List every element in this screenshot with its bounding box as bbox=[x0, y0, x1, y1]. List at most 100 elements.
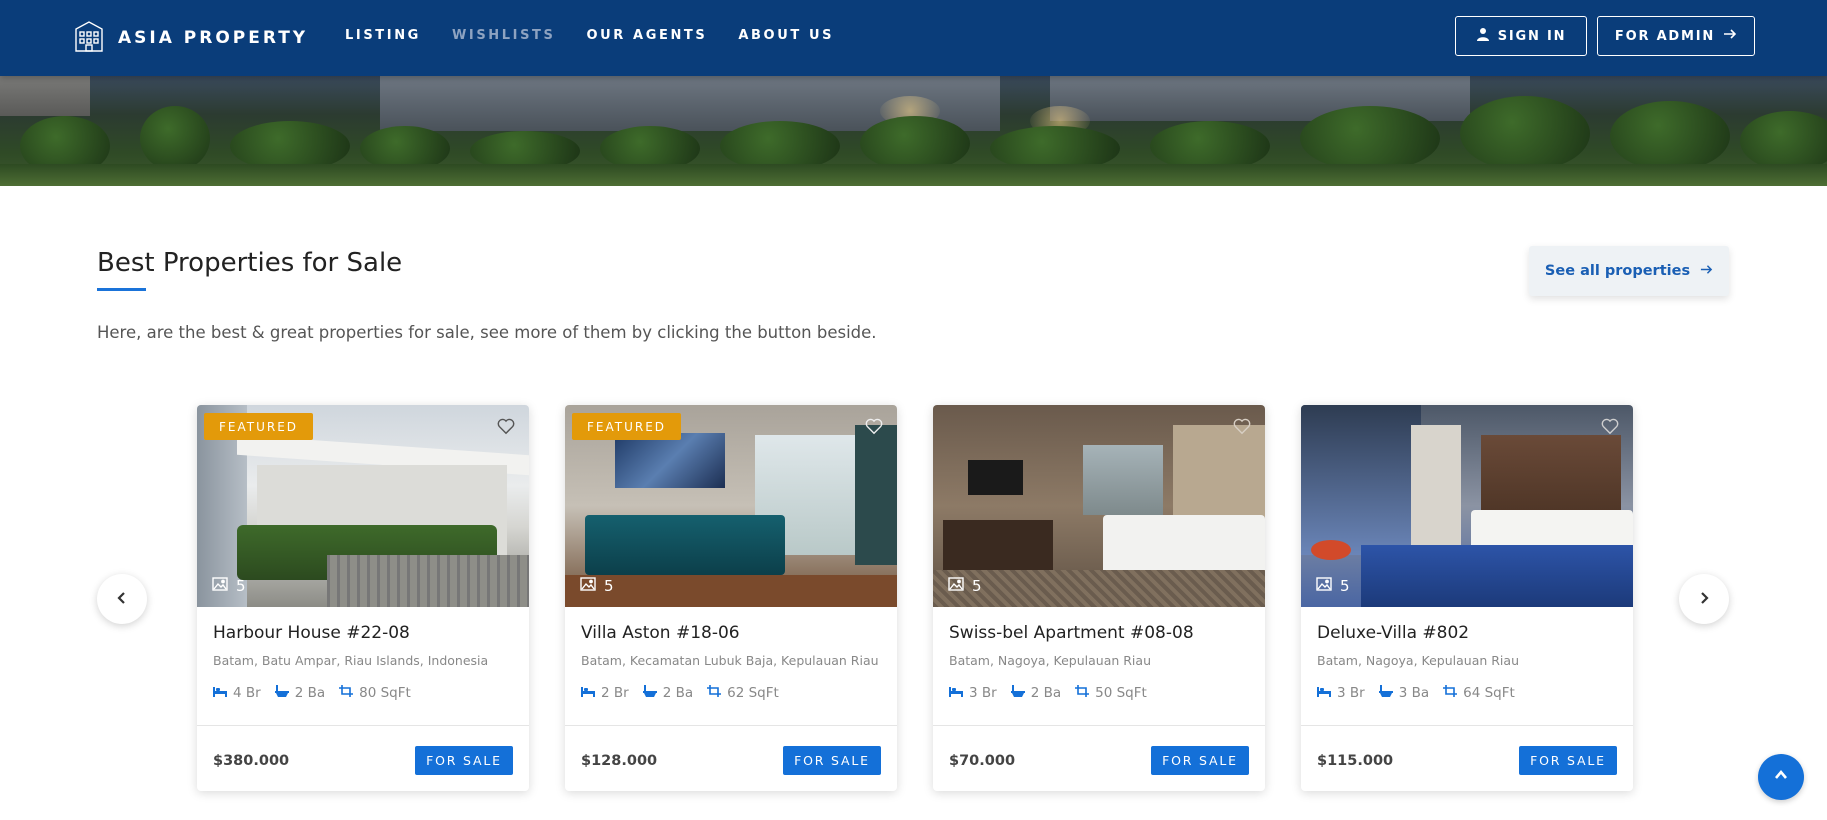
property-price: $115.000 bbox=[1317, 753, 1394, 769]
brand[interactable]: ASIA PROPERTY bbox=[74, 20, 308, 56]
property-title[interactable]: Villa Aston #18-06 bbox=[581, 623, 740, 643]
property-location: Batam, Nagoya, Kepulauan Riau bbox=[949, 653, 1151, 668]
property-title[interactable]: Swiss-bel Apartment #08-08 bbox=[949, 623, 1194, 643]
property-card[interactable]: 5 Swiss-bel Apartment #08-08 Batam, Nago… bbox=[933, 405, 1265, 791]
property-photo[interactable]: FEATURED 5 bbox=[197, 405, 529, 607]
carousel-prev-button[interactable] bbox=[97, 574, 147, 624]
sign-in-button[interactable]: SIGN IN bbox=[1455, 16, 1587, 56]
for-sale-button[interactable]: FOR SALE bbox=[1519, 746, 1617, 775]
title-underline bbox=[97, 288, 146, 291]
for-sale-button[interactable]: FOR SALE bbox=[415, 746, 513, 775]
bath-icon bbox=[642, 685, 657, 701]
image-count: 5 bbox=[948, 577, 982, 595]
navbar: ASIA PROPERTY LISTING WISHLISTS OUR AGEN… bbox=[0, 0, 1827, 76]
arrow-right-icon bbox=[1723, 27, 1737, 45]
area-size: 62 SqFt bbox=[727, 685, 779, 701]
image-count: 5 bbox=[580, 577, 614, 595]
for-admin-label: FOR ADMIN bbox=[1614, 28, 1716, 44]
beds-count: 3 Br bbox=[969, 685, 997, 701]
property-specs: 3 Br 2 Ba 50 SqFt bbox=[949, 685, 1147, 701]
nav-listing[interactable]: LISTING bbox=[345, 28, 421, 43]
property-photo[interactable]: 5 bbox=[1301, 405, 1633, 607]
heart-icon bbox=[865, 417, 883, 439]
bath-icon bbox=[1010, 685, 1025, 701]
area-size: 80 SqFt bbox=[359, 685, 411, 701]
image-icon bbox=[580, 577, 596, 595]
featured-badge: FEATURED bbox=[204, 413, 314, 440]
card-divider bbox=[1301, 725, 1633, 726]
for-admin-button[interactable]: FOR ADMIN bbox=[1597, 16, 1755, 56]
brand-name: ASIA PROPERTY bbox=[118, 28, 309, 48]
carousel-next-button[interactable] bbox=[1679, 574, 1729, 624]
heart-icon bbox=[1601, 417, 1619, 439]
property-location: Batam, Kecamatan Lubuk Baja, Kepulauan R… bbox=[581, 653, 879, 668]
image-count-value: 5 bbox=[236, 577, 246, 595]
area-size: 50 SqFt bbox=[1095, 685, 1147, 701]
beds-count: 3 Br bbox=[1337, 685, 1365, 701]
image-icon bbox=[948, 577, 964, 595]
baths-count: 2 Ba bbox=[662, 685, 694, 701]
area-size: 64 SqFt bbox=[1463, 685, 1515, 701]
wishlist-heart-button[interactable] bbox=[1229, 415, 1255, 441]
main-nav: LISTING WISHLISTS OUR AGENTS ABOUT US bbox=[345, 28, 834, 43]
wishlist-heart-button[interactable] bbox=[861, 415, 887, 441]
property-photo[interactable]: FEATURED 5 bbox=[565, 405, 897, 607]
bath-icon bbox=[1378, 685, 1393, 701]
chevron-right-icon bbox=[1697, 590, 1711, 609]
see-all-properties-button[interactable]: See all properties bbox=[1529, 246, 1729, 296]
back-to-top-button[interactable] bbox=[1758, 754, 1804, 800]
baths-count: 3 Ba bbox=[1398, 685, 1430, 701]
bed-icon bbox=[213, 685, 227, 701]
section-title: Best Properties for Sale bbox=[97, 248, 403, 278]
bath-icon bbox=[274, 685, 289, 701]
for-sale-button[interactable]: FOR SALE bbox=[783, 746, 881, 775]
property-card[interactable]: FEATURED 5 Villa Aston #18-06 Batam, Kec… bbox=[565, 405, 897, 791]
card-divider bbox=[565, 725, 897, 726]
property-title[interactable]: Deluxe-Villa #802 bbox=[1317, 623, 1469, 643]
heart-icon bbox=[1233, 417, 1251, 439]
image-count: 5 bbox=[212, 577, 246, 595]
area-icon bbox=[707, 685, 722, 701]
beds-count: 4 Br bbox=[233, 685, 261, 701]
see-all-label: See all properties bbox=[1544, 263, 1691, 279]
image-count-value: 5 bbox=[604, 577, 614, 595]
bed-icon bbox=[581, 685, 595, 701]
nav-about-us[interactable]: ABOUT US bbox=[738, 28, 834, 43]
property-card[interactable]: FEATURED 5 Harbour House #22-08 Batam, B… bbox=[197, 405, 529, 791]
area-icon bbox=[1075, 685, 1090, 701]
section-description: Here, are the best & great properties fo… bbox=[97, 323, 877, 342]
image-count-value: 5 bbox=[1340, 577, 1350, 595]
property-specs: 3 Br 3 Ba 64 SqFt bbox=[1317, 685, 1515, 701]
image-icon bbox=[212, 577, 228, 595]
building-logo-icon bbox=[74, 20, 104, 56]
nav-our-agents[interactable]: OUR AGENTS bbox=[587, 28, 708, 43]
property-location: Batam, Nagoya, Kepulauan Riau bbox=[1317, 653, 1519, 668]
image-count-value: 5 bbox=[972, 577, 982, 595]
nav-wishlists[interactable]: WISHLISTS bbox=[452, 28, 556, 43]
property-specs: 4 Br 2 Ba 80 SqFt bbox=[213, 685, 411, 701]
property-price: $128.000 bbox=[581, 753, 658, 769]
baths-count: 2 Ba bbox=[294, 685, 326, 701]
chevron-left-icon bbox=[115, 590, 129, 609]
bed-icon bbox=[949, 685, 963, 701]
property-specs: 2 Br 2 Ba 62 SqFt bbox=[581, 685, 779, 701]
property-price: $70.000 bbox=[949, 753, 1016, 769]
for-sale-button[interactable]: FOR SALE bbox=[1151, 746, 1249, 775]
property-photo[interactable]: 5 bbox=[933, 405, 1265, 607]
area-icon bbox=[1443, 685, 1458, 701]
property-card[interactable]: 5 Deluxe-Villa #802 Batam, Nagoya, Kepul… bbox=[1301, 405, 1633, 791]
beds-count: 2 Br bbox=[601, 685, 629, 701]
baths-count: 2 Ba bbox=[1030, 685, 1062, 701]
heart-icon bbox=[497, 417, 515, 439]
image-icon bbox=[1316, 577, 1332, 595]
hero-image bbox=[0, 76, 1827, 186]
property-title[interactable]: Harbour House #22-08 bbox=[213, 623, 410, 643]
chevron-up-icon bbox=[1773, 767, 1789, 787]
wishlist-heart-button[interactable] bbox=[493, 415, 519, 441]
wishlist-heart-button[interactable] bbox=[1597, 415, 1623, 441]
image-count: 5 bbox=[1316, 577, 1350, 595]
featured-badge: FEATURED bbox=[572, 413, 682, 440]
bed-icon bbox=[1317, 685, 1331, 701]
user-icon bbox=[1476, 27, 1490, 45]
property-price: $380.000 bbox=[213, 753, 290, 769]
